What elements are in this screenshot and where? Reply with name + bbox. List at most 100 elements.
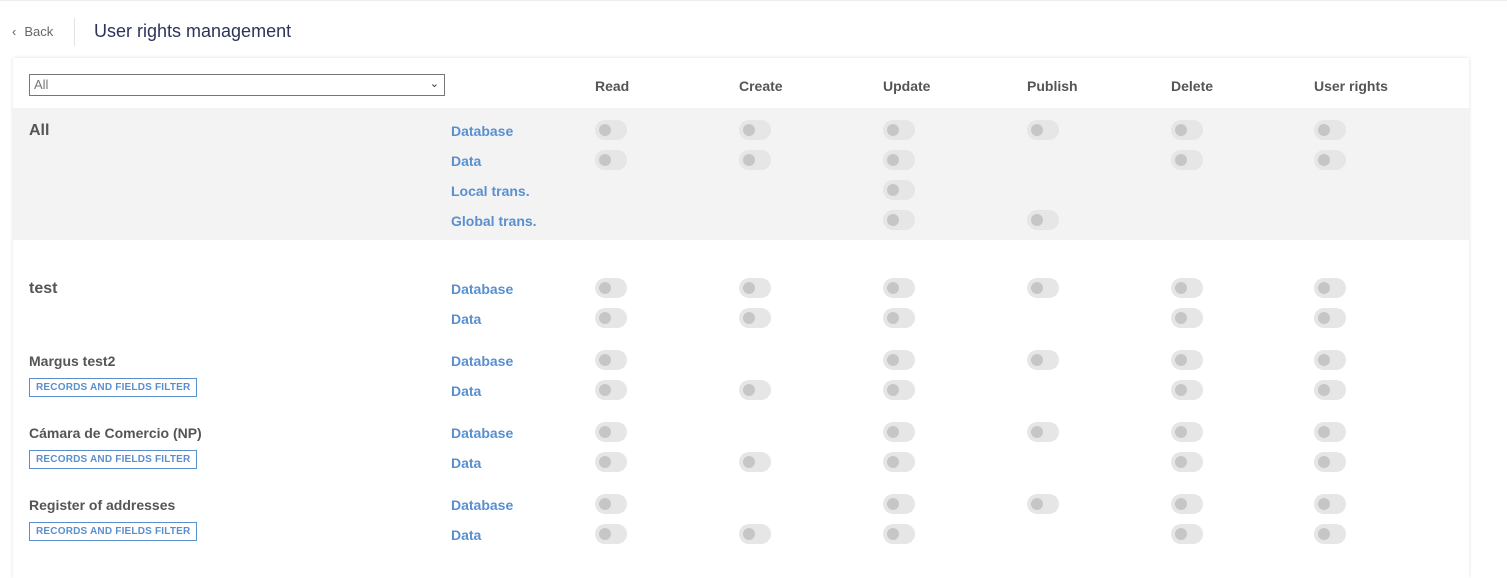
toggle-knob: [1318, 384, 1330, 396]
toggle-knob: [1031, 426, 1043, 438]
toggle-test-data-delete[interactable]: [1171, 308, 1203, 328]
row-label-database[interactable]: Database: [451, 281, 513, 297]
row-label-local-trans[interactable]: Local trans.: [451, 183, 530, 199]
records-and-fields-filter-button[interactable]: RECORDS AND FIELDS FILTER: [29, 450, 198, 469]
toggle-margus-data-delete[interactable]: [1171, 380, 1203, 400]
toggle-camara-database-read[interactable]: [595, 422, 627, 442]
row-label-database[interactable]: Database: [451, 353, 513, 369]
toggle-all-data-user-rights[interactable]: [1314, 150, 1346, 170]
toggle-camara-database-delete[interactable]: [1171, 422, 1203, 442]
toggle-all-data-update[interactable]: [883, 150, 915, 170]
toggle-camara-database-publish[interactable]: [1027, 422, 1059, 442]
toggle-knob: [599, 426, 611, 438]
toggle-knob: [887, 384, 899, 396]
toggle-register-data-create[interactable]: [739, 524, 771, 544]
toggle-knob: [887, 498, 899, 510]
toggle-register-data-user-rights[interactable]: [1314, 524, 1346, 544]
toggle-register-database-delete[interactable]: [1171, 494, 1203, 514]
toggle-knob: [887, 456, 899, 468]
toggle-test-data-user-rights[interactable]: [1314, 308, 1346, 328]
toggle-test-database-user-rights[interactable]: [1314, 278, 1346, 298]
toggle-all-database-publish[interactable]: [1027, 120, 1059, 140]
back-button[interactable]: ‹ Back: [12, 24, 53, 39]
toggle-all-database-user-rights[interactable]: [1314, 120, 1346, 140]
group-name-camara-de-comercio: Cámara de Comercio (NP): [29, 425, 202, 441]
row-label-database[interactable]: Database: [451, 123, 513, 139]
toggle-knob: [1031, 498, 1043, 510]
toggle-all-data-read[interactable]: [595, 150, 627, 170]
toggle-margus-data-update[interactable]: [883, 380, 915, 400]
toggle-test-database-read[interactable]: [595, 278, 627, 298]
toggle-camara-database-update[interactable]: [883, 422, 915, 442]
toggle-margus-data-create[interactable]: [739, 380, 771, 400]
column-header-user-rights: User rights: [1314, 78, 1388, 94]
toggle-test-data-read[interactable]: [595, 308, 627, 328]
records-and-fields-filter-button[interactable]: RECORDS AND FIELDS FILTER: [29, 378, 198, 397]
toggle-knob: [743, 384, 755, 396]
toggle-margus-data-user-rights[interactable]: [1314, 380, 1346, 400]
toggle-margus-database-publish[interactable]: [1027, 350, 1059, 370]
toggle-knob: [599, 456, 611, 468]
toggle-margus-data-read[interactable]: [595, 380, 627, 400]
toggle-margus-database-delete[interactable]: [1171, 350, 1203, 370]
toggle-camara-database-user-rights[interactable]: [1314, 422, 1346, 442]
records-and-fields-filter-button[interactable]: RECORDS AND FIELDS FILTER: [29, 522, 198, 541]
toggle-knob: [599, 154, 611, 166]
toggle-knob: [599, 528, 611, 540]
column-header-read: Read: [595, 78, 630, 94]
toggle-knob: [1318, 312, 1330, 324]
toggle-knob: [599, 282, 611, 294]
toggle-test-database-update[interactable]: [883, 278, 915, 298]
row-label-data[interactable]: Data: [451, 383, 481, 399]
toggle-margus-database-user-rights[interactable]: [1314, 350, 1346, 370]
toggle-test-database-delete[interactable]: [1171, 278, 1203, 298]
group-name-margus-test2: Margus test2: [29, 353, 116, 369]
toggle-register-database-user-rights[interactable]: [1314, 494, 1346, 514]
toggle-register-data-delete[interactable]: [1171, 524, 1203, 544]
column-header-create: Create: [739, 78, 783, 94]
toggle-margus-database-read[interactable]: [595, 350, 627, 370]
toggle-all-data-delete[interactable]: [1171, 150, 1203, 170]
toggle-camara-data-read[interactable]: [595, 452, 627, 472]
toggle-knob: [1031, 214, 1043, 226]
toggle-all-global-trans-publish[interactable]: [1027, 210, 1059, 230]
row-label-data[interactable]: Data: [451, 455, 481, 471]
row-label-data[interactable]: Data: [451, 527, 481, 543]
toggle-all-global-trans-update[interactable]: [883, 210, 915, 230]
toggle-all-database-update[interactable]: [883, 120, 915, 140]
column-header-update: Update: [883, 78, 931, 94]
toggle-camara-data-create[interactable]: [739, 452, 771, 472]
toggle-all-database-delete[interactable]: [1171, 120, 1203, 140]
toggle-camara-data-update[interactable]: [883, 452, 915, 472]
toggle-all-database-create[interactable]: [739, 120, 771, 140]
row-label-global-trans[interactable]: Global trans.: [451, 213, 537, 229]
toggle-knob: [1175, 354, 1187, 366]
toggle-all-database-read[interactable]: [595, 120, 627, 140]
toggle-camara-data-delete[interactable]: [1171, 452, 1203, 472]
page-title: User rights management: [94, 21, 292, 41]
toggle-knob: [1175, 124, 1187, 136]
toggle-register-data-update[interactable]: [883, 524, 915, 544]
toggle-knob: [1318, 426, 1330, 438]
toggle-register-database-publish[interactable]: [1027, 494, 1059, 514]
toggle-camara-data-user-rights[interactable]: [1314, 452, 1346, 472]
toggle-register-database-update[interactable]: [883, 494, 915, 514]
toggle-register-database-read[interactable]: [595, 494, 627, 514]
toggle-knob: [887, 282, 899, 294]
toggle-test-database-publish[interactable]: [1027, 278, 1059, 298]
row-label-data[interactable]: Data: [451, 153, 481, 169]
group-filter-select[interactable]: All ⌄: [29, 74, 445, 96]
toggle-all-local-trans-update[interactable]: [883, 180, 915, 200]
row-label-database[interactable]: Database: [451, 497, 513, 513]
row-label-database[interactable]: Database: [451, 425, 513, 441]
toggle-all-data-create[interactable]: [739, 150, 771, 170]
row-label-data[interactable]: Data: [451, 311, 481, 327]
toggle-knob: [887, 154, 899, 166]
toggle-test-data-update[interactable]: [883, 308, 915, 328]
toggle-knob: [1318, 282, 1330, 294]
toggle-test-data-create[interactable]: [739, 308, 771, 328]
toggle-test-database-create[interactable]: [739, 278, 771, 298]
toggle-margus-database-update[interactable]: [883, 350, 915, 370]
toggle-register-data-read[interactable]: [595, 524, 627, 544]
toggle-knob: [1175, 498, 1187, 510]
